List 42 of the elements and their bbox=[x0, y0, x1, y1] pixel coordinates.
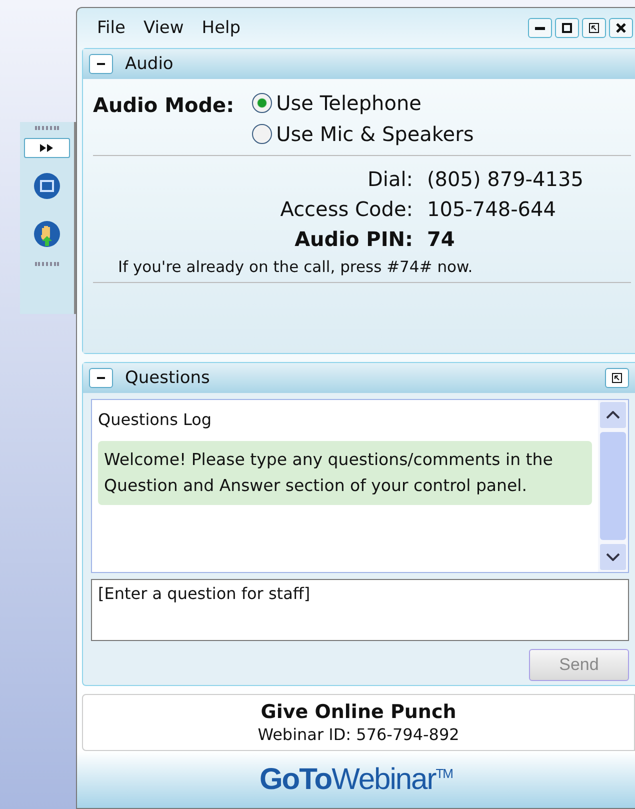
chevron-up-icon[interactable] bbox=[606, 411, 620, 419]
webinar-id: Webinar ID: 576-794-892 bbox=[256, 725, 460, 744]
panel-title: Audio bbox=[125, 54, 174, 74]
chevron-down-icon[interactable] bbox=[606, 553, 620, 561]
screen-icon[interactable] bbox=[33, 172, 61, 200]
audio-pin: 74 bbox=[427, 226, 456, 253]
raise-hand-icon[interactable] bbox=[33, 220, 61, 248]
collapse-button[interactable] bbox=[89, 368, 113, 388]
minimize-button[interactable] bbox=[528, 18, 552, 38]
pop-out-icon bbox=[612, 373, 622, 383]
maximize-button[interactable] bbox=[555, 18, 579, 38]
audio-pin-label: Audio PIN: bbox=[294, 226, 413, 253]
fast-forward-icon bbox=[40, 144, 54, 152]
collapse-button[interactable] bbox=[89, 54, 113, 74]
close-icon bbox=[616, 23, 626, 33]
expand-button[interactable] bbox=[24, 138, 70, 158]
maximize-icon bbox=[562, 23, 572, 33]
webinar-title: Give Online Punch bbox=[260, 701, 458, 723]
grip-icon bbox=[35, 126, 59, 130]
close-button[interactable] bbox=[609, 18, 633, 38]
welcome-message: Welcome! Please type any questions/comments in the Question and Answer section of your control panel. bbox=[98, 441, 592, 505]
logo: GoToWebinar$^{TM}$ bbox=[259, 762, 453, 796]
menu-item[interactable]: View bbox=[143, 18, 184, 38]
dial-label: Dial: bbox=[366, 166, 413, 193]
access-code-label: Access Code: bbox=[279, 196, 413, 223]
call-instruction: If you're already on the call, press #74# now. bbox=[117, 258, 474, 276]
grip-icon bbox=[35, 262, 59, 266]
pop-out-button[interactable] bbox=[582, 18, 606, 38]
question-input[interactable]: [Enter a question for staff] bbox=[91, 579, 629, 641]
audio-mode-label: Audio Mode: bbox=[93, 92, 234, 119]
pop-out-button[interactable] bbox=[605, 368, 629, 388]
panel-title: Questions bbox=[125, 368, 210, 388]
menu-item[interactable]: Help bbox=[202, 18, 241, 38]
menu-item[interactable]: File bbox=[97, 18, 126, 38]
log-title: Questions Log bbox=[98, 410, 213, 429]
scrollbar[interactable] bbox=[598, 400, 628, 572]
pop-out-icon bbox=[589, 23, 599, 33]
phone-number: (805) 879-4135 bbox=[427, 166, 584, 193]
access-code: 105-748-644 bbox=[427, 196, 557, 223]
radio-option[interactable]: Use Mic & Speakers bbox=[252, 118, 474, 149]
radio-option[interactable]: Use Telephone bbox=[252, 87, 474, 118]
minimize-icon bbox=[535, 26, 545, 30]
